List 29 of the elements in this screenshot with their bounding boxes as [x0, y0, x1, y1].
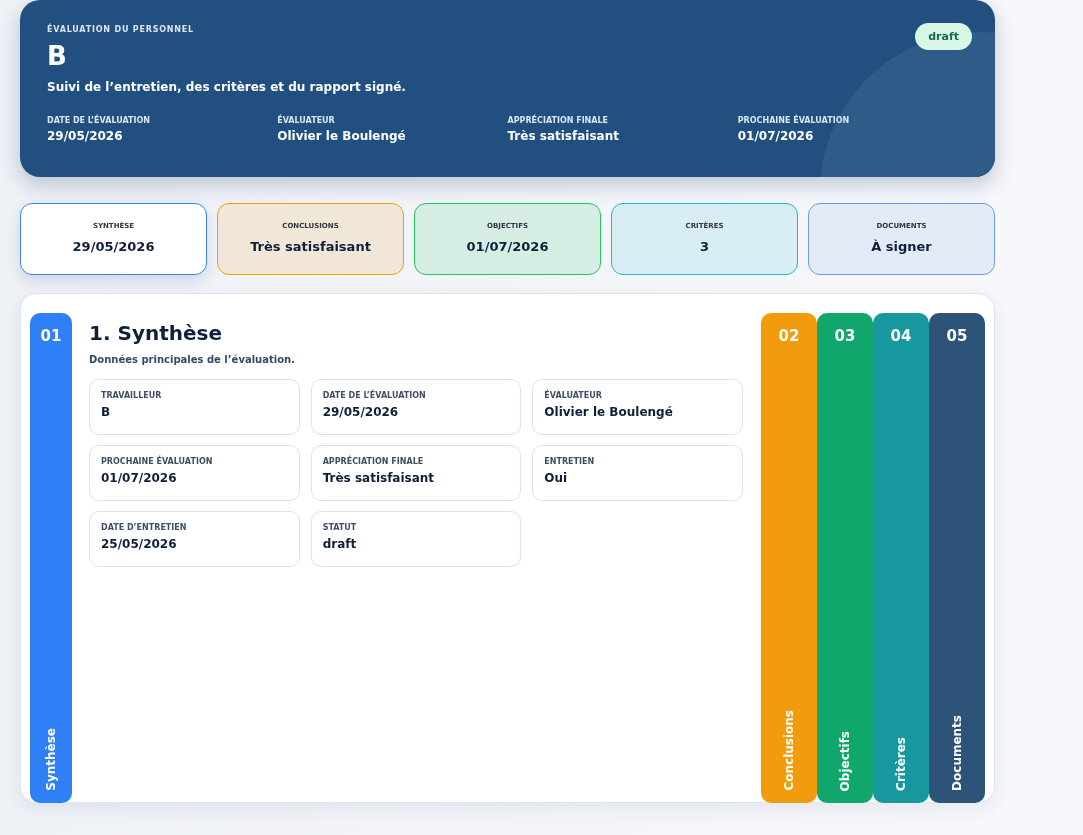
page-title: B: [47, 40, 68, 72]
info-field: DATE D’ENTRETIEN 25/05/2026: [89, 511, 300, 567]
card-value: 3: [698, 239, 710, 254]
status-badge: draft: [915, 23, 972, 50]
info-field: DATE DE L’ÉVALUATION 29/05/2026: [310, 379, 522, 435]
fact-value: 29/05/2026: [47, 129, 124, 143]
fact-label: PROCHAINE ÉVALUATION: [737, 116, 851, 125]
info-field: ENTRETIEN Oui: [532, 445, 743, 501]
info-field: STATUT draft: [310, 511, 522, 567]
fact-value: Olivier le Boulengé: [277, 129, 407, 143]
page-subtitle: Suivi de l’entretien, des critères et du rapport signé.: [47, 80, 407, 94]
card-value: À signer: [870, 239, 933, 254]
info-field: APPRÉCIATION FINALE Très satisfaisant: [310, 445, 522, 501]
info-field: ÉVALUATEUR Olivier le Boulengé: [532, 379, 743, 435]
section-tab[interactable]: 05 Documents: [929, 313, 985, 803]
fact-label: APPRÉCIATION FINALE: [507, 116, 610, 125]
section-subtitle: Données principales de l’évaluation.: [89, 354, 296, 365]
card-value: 29/05/2026: [71, 239, 156, 254]
info-field: PROCHAINE ÉVALUATION 01/07/2026: [89, 445, 300, 501]
card-value: Très satisfaisant: [249, 239, 372, 254]
page-eyebrow: ÉVALUATION DU PERSONNEL: [47, 25, 195, 34]
section-title: 1. Synthèse: [89, 321, 223, 345]
section-tab[interactable]: 01 Synthèse: [30, 313, 72, 803]
info-field: TRAVAILLEUR B: [89, 379, 300, 435]
fact-label: ÉVALUATEUR: [277, 116, 336, 125]
fact-value: 01/07/2026: [737, 129, 815, 143]
card-value: 01/07/2026: [465, 239, 550, 254]
fact-label: DATE DE L’ÉVALUATION: [47, 116, 151, 125]
fact-value: Très satisfaisant: [507, 129, 620, 143]
